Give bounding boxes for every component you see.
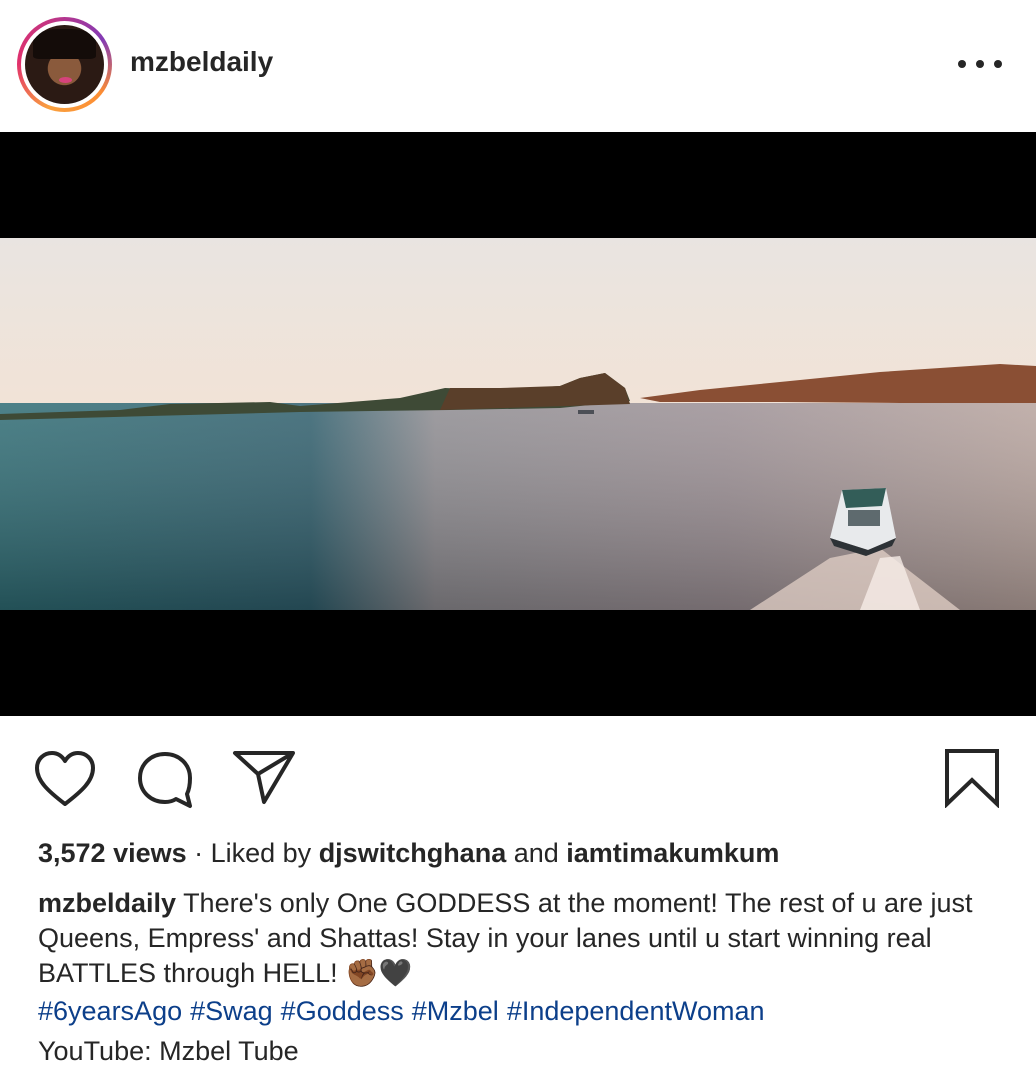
liker-djswitchghana[interactable]: djswitchghana xyxy=(319,838,507,868)
bookmark-icon[interactable] xyxy=(944,748,1000,808)
hashtag-mzbel[interactable]: #Mzbel xyxy=(412,996,499,1026)
caption-text: There's only One GODDESS at the moment! … xyxy=(38,888,973,988)
liked-by-label: · Liked by xyxy=(186,838,319,868)
video-frame xyxy=(0,238,1036,610)
hashtag-swag[interactable]: #Swag xyxy=(190,996,273,1026)
hashtag-6yearsago[interactable]: #6yearsAgo xyxy=(38,996,182,1026)
more-options-icon[interactable] xyxy=(958,56,1002,74)
hashtag-independentwoman[interactable]: #IndependentWoman xyxy=(507,996,765,1026)
hashtag-list: #6yearsAgo #Swag #Goddess #Mzbel #Independen… xyxy=(38,996,773,1027)
comment-bubble-icon[interactable] xyxy=(136,750,196,810)
story-ring[interactable] xyxy=(17,17,112,112)
engagement-stats: 3,572 views · Liked by djswitchghana and… xyxy=(38,838,779,869)
action-bar xyxy=(0,716,1036,836)
post-header: mzbeldaily xyxy=(0,0,1036,132)
send-paper-plane-icon[interactable] xyxy=(232,748,296,806)
views-count[interactable]: 3,572 views xyxy=(38,838,187,868)
youtube-line: YouTube: Mzbel Tube xyxy=(38,1036,299,1066)
video-player[interactable] xyxy=(0,132,1036,716)
caption-username[interactable]: mzbeldaily xyxy=(38,888,176,918)
avatar[interactable] xyxy=(25,25,104,104)
hashtag-goddess[interactable]: #Goddess xyxy=(281,996,404,1026)
liker-iamtimakumkum[interactable]: iamtimakumkum xyxy=(566,838,779,868)
caption: mzbeldaily There's only One GODDESS at t… xyxy=(38,886,998,991)
and-label: and xyxy=(506,838,567,868)
post-username[interactable]: mzbeldaily xyxy=(130,46,273,78)
heart-icon[interactable] xyxy=(34,750,96,808)
